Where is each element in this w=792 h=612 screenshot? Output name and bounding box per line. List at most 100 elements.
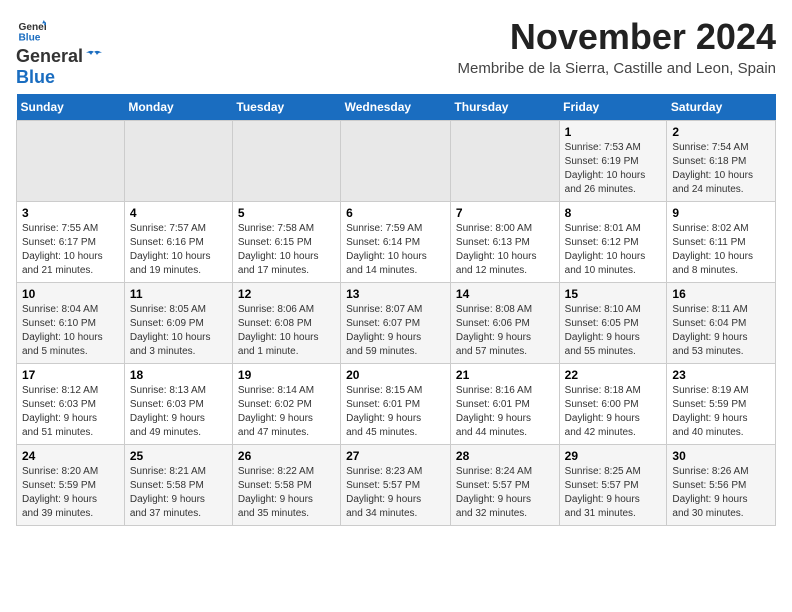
calendar-cell: 26 Sunrise: 8:22 AM Sunset: 5:58 PM Dayli… — [232, 444, 340, 525]
calendar-cell — [232, 120, 340, 201]
day-info: Sunrise: 8:19 AM Sunset: 5:59 PM Dayligh… — [672, 384, 770, 440]
svg-text:Blue: Blue — [18, 32, 40, 42]
day-info: Sunrise: 8:26 AM Sunset: 5:56 PM Dayligh… — [672, 465, 770, 521]
day-number: 29 — [565, 449, 662, 463]
day-number: 3 — [22, 206, 119, 220]
calendar-cell: 3 Sunrise: 7:55 AM Sunset: 6:17 PM Daylig… — [17, 201, 125, 282]
day-info: Sunrise: 8:15 AM Sunset: 6:01 PM Dayligh… — [346, 384, 445, 440]
day-info: Sunrise: 8:06 AM Sunset: 6:08 PM Dayligh… — [238, 303, 335, 359]
day-info: Sunrise: 8:23 AM Sunset: 5:57 PM Dayligh… — [346, 465, 445, 521]
calendar-cell: 29 Sunrise: 8:25 AM Sunset: 5:57 PM Dayli… — [559, 444, 667, 525]
header-thursday: Thursday — [450, 94, 559, 121]
day-number: 7 — [456, 206, 554, 220]
header-tuesday: Tuesday — [232, 94, 340, 121]
day-number: 11 — [130, 287, 227, 301]
day-info: Sunrise: 7:55 AM Sunset: 6:17 PM Dayligh… — [22, 222, 119, 278]
calendar-cell: 1 Sunrise: 7:53 AM Sunset: 6:19 PM Daylig… — [559, 120, 667, 201]
logo-blue: Blue — [16, 67, 103, 88]
day-info: Sunrise: 8:25 AM Sunset: 5:57 PM Dayligh… — [565, 465, 662, 521]
day-number: 23 — [672, 368, 770, 382]
day-info: Sunrise: 7:53 AM Sunset: 6:19 PM Dayligh… — [565, 141, 662, 197]
day-info: Sunrise: 8:10 AM Sunset: 6:05 PM Dayligh… — [565, 303, 662, 359]
day-info: Sunrise: 8:11 AM Sunset: 6:04 PM Dayligh… — [672, 303, 770, 359]
day-info: Sunrise: 8:18 AM Sunset: 6:00 PM Dayligh… — [565, 384, 662, 440]
day-number: 5 — [238, 206, 335, 220]
calendar-header-row: SundayMondayTuesdayWednesdayThursdayFrid… — [17, 94, 776, 121]
calendar-cell: 5Sunrise: 7:58 AM Sunset: 6:15 PM Daylig… — [232, 201, 340, 282]
calendar-cell: 14 Sunrise: 8:08 AM Sunset: 6:06 PM Dayli… — [450, 282, 559, 363]
day-info: Sunrise: 8:04 AM Sunset: 6:10 PM Dayligh… — [22, 303, 119, 359]
calendar-week-4: 17 Sunrise: 8:12 AM Sunset: 6:03 PM Dayli… — [17, 363, 776, 444]
calendar-cell: 23 Sunrise: 8:19 AM Sunset: 5:59 PM Dayli… — [667, 363, 776, 444]
day-number: 16 — [672, 287, 770, 301]
day-number: 1 — [565, 125, 662, 139]
day-info: Sunrise: 8:02 AM Sunset: 6:11 PM Dayligh… — [672, 222, 770, 278]
calendar-cell: 12 Sunrise: 8:06 AM Sunset: 6:08 PM Dayli… — [232, 282, 340, 363]
day-info: Sunrise: 8:07 AM Sunset: 6:07 PM Dayligh… — [346, 303, 445, 359]
logo-bird-icon — [85, 50, 103, 64]
calendar-cell: 13 Sunrise: 8:07 AM Sunset: 6:07 PM Dayli… — [341, 282, 451, 363]
logo-general: General — [16, 47, 83, 67]
day-number: 9 — [672, 206, 770, 220]
calendar-cell: 20 Sunrise: 8:15 AM Sunset: 6:01 PM Dayli… — [341, 363, 451, 444]
day-info: Sunrise: 8:12 AM Sunset: 6:03 PM Dayligh… — [22, 384, 119, 440]
day-number: 4 — [130, 206, 227, 220]
day-number: 13 — [346, 287, 445, 301]
day-number: 10 — [22, 287, 119, 301]
calendar-cell: 2Sunrise: 7:54 AM Sunset: 6:18 PM Daylig… — [667, 120, 776, 201]
calendar-week-2: 3 Sunrise: 7:55 AM Sunset: 6:17 PM Daylig… — [17, 201, 776, 282]
day-number: 20 — [346, 368, 445, 382]
day-number: 14 — [456, 287, 554, 301]
day-info: Sunrise: 7:57 AM Sunset: 6:16 PM Dayligh… — [130, 222, 227, 278]
day-info: Sunrise: 8:20 AM Sunset: 5:59 PM Dayligh… — [22, 465, 119, 521]
day-number: 27 — [346, 449, 445, 463]
calendar-cell: 28Sunrise: 8:24 AM Sunset: 5:57 PM Dayli… — [450, 444, 559, 525]
calendar-cell — [17, 120, 125, 201]
calendar-cell: 30 Sunrise: 8:26 AM Sunset: 5:56 PM Dayli… — [667, 444, 776, 525]
logo-icon: General Blue — [18, 20, 46, 42]
header-saturday: Saturday — [667, 94, 776, 121]
calendar-cell: 19Sunrise: 8:14 AM Sunset: 6:02 PM Dayli… — [232, 363, 340, 444]
calendar-cell — [450, 120, 559, 201]
day-info: Sunrise: 8:13 AM Sunset: 6:03 PM Dayligh… — [130, 384, 227, 440]
day-number: 12 — [238, 287, 335, 301]
header-monday: Monday — [124, 94, 232, 121]
header-wednesday: Wednesday — [341, 94, 451, 121]
day-info: Sunrise: 8:08 AM Sunset: 6:06 PM Dayligh… — [456, 303, 554, 359]
day-number: 25 — [130, 449, 227, 463]
calendar-cell: 11 Sunrise: 8:05 AM Sunset: 6:09 PM Dayli… — [124, 282, 232, 363]
calendar-cell: 7 Sunrise: 8:00 AM Sunset: 6:13 PM Daylig… — [450, 201, 559, 282]
day-info: Sunrise: 8:14 AM Sunset: 6:02 PM Dayligh… — [238, 384, 335, 440]
page-title: November 2024 — [457, 16, 776, 58]
day-number: 18 — [130, 368, 227, 382]
calendar-cell: 22Sunrise: 8:18 AM Sunset: 6:00 PM Dayli… — [559, 363, 667, 444]
day-number: 21 — [456, 368, 554, 382]
day-info: Sunrise: 8:01 AM Sunset: 6:12 PM Dayligh… — [565, 222, 662, 278]
day-info: Sunrise: 8:16 AM Sunset: 6:01 PM Dayligh… — [456, 384, 554, 440]
calendar-cell: 6Sunrise: 7:59 AM Sunset: 6:14 PM Daylig… — [341, 201, 451, 282]
day-info: Sunrise: 8:22 AM Sunset: 5:58 PM Dayligh… — [238, 465, 335, 521]
calendar-cell — [341, 120, 451, 201]
calendar-week-5: 24 Sunrise: 8:20 AM Sunset: 5:59 PM Dayli… — [17, 444, 776, 525]
day-number: 17 — [22, 368, 119, 382]
day-number: 30 — [672, 449, 770, 463]
day-info: Sunrise: 8:00 AM Sunset: 6:13 PM Dayligh… — [456, 222, 554, 278]
calendar-table: SundayMondayTuesdayWednesdayThursdayFrid… — [16, 94, 776, 526]
logo: General Blue General Blue — [16, 20, 103, 88]
header-friday: Friday — [559, 94, 667, 121]
calendar-cell: 17 Sunrise: 8:12 AM Sunset: 6:03 PM Dayli… — [17, 363, 125, 444]
page-header: General Blue General Blue November 2024 … — [16, 16, 776, 88]
day-info: Sunrise: 8:24 AM Sunset: 5:57 PM Dayligh… — [456, 465, 554, 521]
calendar-cell: 15 Sunrise: 8:10 AM Sunset: 6:05 PM Dayli… — [559, 282, 667, 363]
calendar-cell: 16 Sunrise: 8:11 AM Sunset: 6:04 PM Dayli… — [667, 282, 776, 363]
calendar-cell — [124, 120, 232, 201]
day-number: 15 — [565, 287, 662, 301]
calendar-cell: 27 Sunrise: 8:23 AM Sunset: 5:57 PM Dayli… — [341, 444, 451, 525]
day-info: Sunrise: 8:21 AM Sunset: 5:58 PM Dayligh… — [130, 465, 227, 521]
day-info: Sunrise: 8:05 AM Sunset: 6:09 PM Dayligh… — [130, 303, 227, 359]
day-number: 24 — [22, 449, 119, 463]
calendar-cell: 10 Sunrise: 8:04 AM Sunset: 6:10 PM Dayli… — [17, 282, 125, 363]
day-number: 26 — [238, 449, 335, 463]
day-number: 2 — [672, 125, 770, 139]
calendar-cell: 21 Sunrise: 8:16 AM Sunset: 6:01 PM Dayli… — [450, 363, 559, 444]
